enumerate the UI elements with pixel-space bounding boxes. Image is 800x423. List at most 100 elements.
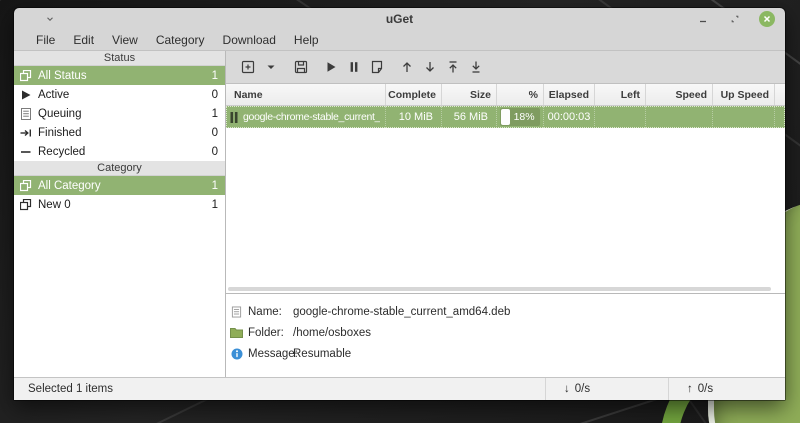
info-icon bbox=[230, 347, 243, 360]
move-bottom-button[interactable] bbox=[464, 55, 487, 79]
status-section-header: Status bbox=[14, 51, 225, 66]
download-size-cell: 56 MiB bbox=[442, 106, 497, 128]
start-button[interactable] bbox=[319, 55, 342, 79]
stack-icon bbox=[20, 179, 32, 192]
folder-icon bbox=[230, 326, 243, 339]
sidebar-item-count: 1 bbox=[211, 69, 218, 82]
detail-label: Name: bbox=[248, 305, 282, 318]
category-section-header: Category bbox=[14, 161, 225, 176]
detail-value: /home/osboxes bbox=[293, 326, 371, 339]
column-header-size[interactable]: Size bbox=[442, 84, 497, 105]
column-header-elapsed[interactable]: Elapsed bbox=[544, 84, 595, 105]
new-download-button[interactable] bbox=[236, 55, 259, 79]
sidebar-item-label: Recycled bbox=[38, 145, 86, 158]
menu-view[interactable]: View bbox=[103, 31, 147, 49]
sidebar-item-active[interactable]: Active 0 bbox=[14, 85, 225, 104]
sidebar-item-all-status[interactable]: All Status 1 bbox=[14, 66, 225, 85]
download-left-cell bbox=[595, 106, 646, 128]
column-header-speed[interactable]: Speed bbox=[646, 84, 713, 105]
move-down-button[interactable] bbox=[418, 55, 441, 79]
sidebar-item-label: Finished bbox=[38, 126, 82, 139]
sidebar-item-new-0[interactable]: New 0 1 bbox=[14, 195, 225, 214]
progress-label: 18% bbox=[513, 111, 535, 123]
file-icon bbox=[230, 305, 243, 318]
properties-button[interactable] bbox=[365, 55, 388, 79]
sidebar-item-label: All Category bbox=[38, 179, 101, 192]
play-icon bbox=[20, 89, 32, 101]
sidebar-item-finished[interactable]: Finished 0 bbox=[14, 123, 225, 142]
download-speed-cell bbox=[646, 106, 713, 128]
minimize-button[interactable] bbox=[695, 11, 711, 27]
close-button[interactable] bbox=[759, 11, 775, 27]
sidebar-item-label: All Status bbox=[38, 69, 87, 82]
download-complete-cell: 10 MiB bbox=[386, 106, 442, 128]
menu-help[interactable]: Help bbox=[285, 31, 328, 49]
menu-edit[interactable]: Edit bbox=[64, 31, 103, 49]
detail-value: Resumable bbox=[293, 347, 352, 360]
toolbar bbox=[226, 51, 785, 84]
download-arrow-icon: ↓ bbox=[564, 383, 570, 395]
download-name: google-chrome-stable_current_ bbox=[243, 111, 381, 123]
download-name-cell: google-chrome-stable_current_ bbox=[226, 106, 386, 128]
detail-row-folder: Folder: /home/osboxes bbox=[230, 322, 785, 343]
new-download-dropdown-button[interactable] bbox=[259, 55, 282, 79]
statusbar: Selected 1 items ↓ 0/s ↑ 0/s bbox=[14, 377, 785, 400]
detail-value: google-chrome-stable_current_amd64.deb bbox=[293, 305, 511, 318]
detail-row-message: Message: Resumable bbox=[230, 343, 785, 364]
menu-file[interactable]: File bbox=[27, 31, 64, 49]
column-header-up-speed[interactable]: Up Speed bbox=[713, 84, 775, 105]
download-table-header: Name Complete Size % Elapsed Left Speed … bbox=[226, 84, 785, 106]
dash-icon bbox=[20, 146, 32, 158]
window-title: uGet bbox=[385, 12, 414, 26]
sidebar: Status All Status 1 Active 0 Queuing 1 F… bbox=[14, 51, 226, 377]
sidebar-item-count: 0 bbox=[211, 145, 218, 158]
sidebar-item-queuing[interactable]: Queuing 1 bbox=[14, 104, 225, 123]
sidebar-item-count: 1 bbox=[211, 107, 218, 120]
selection-status: Selected 1 items bbox=[28, 383, 114, 395]
column-header-complete[interactable]: Complete bbox=[386, 84, 442, 105]
queue-icon bbox=[20, 107, 32, 120]
download-percent-cell: 18% bbox=[497, 106, 544, 128]
sidebar-item-label: Active bbox=[38, 88, 70, 101]
download-row[interactable]: google-chrome-stable_current_ 10 MiB 56 … bbox=[226, 106, 785, 128]
download-speed-value: 0/s bbox=[574, 383, 591, 395]
upload-speed-indicator: ↑ 0/s bbox=[668, 378, 785, 400]
sidebar-item-recycled[interactable]: Recycled 0 bbox=[14, 142, 225, 161]
detail-label: Message: bbox=[248, 347, 298, 360]
pause-button[interactable] bbox=[342, 55, 365, 79]
column-header-filler bbox=[775, 84, 785, 105]
window-controls bbox=[695, 8, 775, 30]
upload-arrow-icon: ↑ bbox=[687, 383, 693, 395]
move-up-button[interactable] bbox=[395, 55, 418, 79]
download-speed-indicator: ↓ 0/s bbox=[545, 378, 668, 400]
details-panel: Name: google-chrome-stable_current_amd64… bbox=[226, 293, 785, 377]
column-header-percent[interactable]: % bbox=[497, 84, 544, 105]
sidebar-item-label: New 0 bbox=[38, 198, 71, 211]
horizontal-scrollbar[interactable] bbox=[228, 287, 771, 291]
column-header-name[interactable]: Name bbox=[226, 84, 386, 105]
uget-window: uGet File Edit View Category Download He… bbox=[14, 8, 785, 400]
sidebar-item-count: 1 bbox=[211, 198, 218, 211]
save-button[interactable] bbox=[289, 55, 312, 79]
stack-icon bbox=[20, 198, 32, 211]
finish-icon bbox=[20, 127, 32, 139]
download-elapsed-cell: 00:00:03 bbox=[544, 106, 595, 128]
upload-speed-value: 0/s bbox=[697, 383, 714, 395]
menubar: File Edit View Category Download Help bbox=[14, 30, 785, 51]
menu-category[interactable]: Category bbox=[147, 31, 214, 49]
move-top-button[interactable] bbox=[441, 55, 464, 79]
detail-row-name: Name: google-chrome-stable_current_amd64… bbox=[230, 301, 785, 322]
column-header-left[interactable]: Left bbox=[595, 84, 646, 105]
pause-icon bbox=[230, 111, 238, 123]
sidebar-item-label: Queuing bbox=[38, 107, 82, 120]
download-list[interactable]: google-chrome-stable_current_ 10 MiB 56 … bbox=[226, 106, 785, 293]
sidebar-item-count: 0 bbox=[211, 88, 218, 101]
menu-download[interactable]: Download bbox=[214, 31, 285, 49]
titlebar[interactable]: uGet bbox=[14, 8, 785, 30]
detail-label: Folder: bbox=[248, 326, 284, 339]
download-up-speed-cell bbox=[713, 106, 775, 128]
restore-button[interactable] bbox=[727, 11, 743, 27]
progress-bar: 18% bbox=[500, 108, 540, 126]
sidebar-item-all-category[interactable]: All Category 1 bbox=[14, 176, 225, 195]
stack-icon bbox=[20, 69, 32, 82]
